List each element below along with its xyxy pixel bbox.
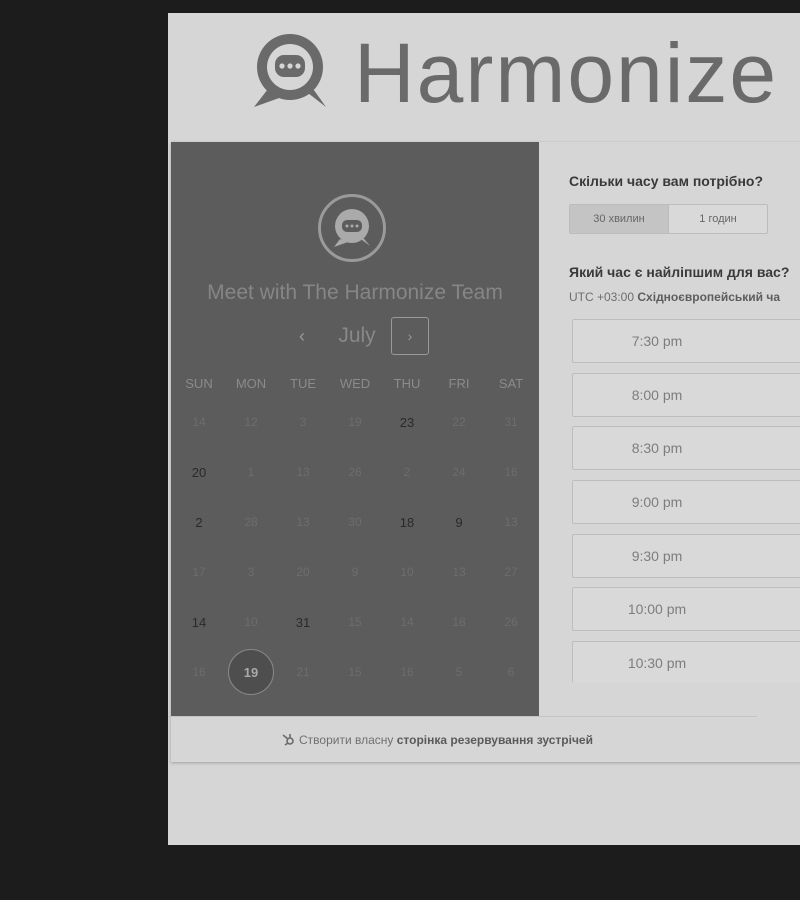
calendar-week: 17 3 20 9 10 13 27 [173,547,537,597]
calendar-day: 16 [504,465,518,479]
calendar-day: 13 [504,515,518,529]
calendar-grid: SUN MON TUE WED THU FRI SAT 14 12 3 19 23 22 31 20 1 13… [173,376,537,697]
calendar-day: 3 [247,565,255,579]
footer: Створити власну сторінка резервування зу… [168,716,757,763]
time-slot-button[interactable]: 7:30 pm [572,319,800,363]
page: Harmonize Meet with The Harmonize Team ‹ [168,13,800,845]
weekday-header: SUN MON TUE WED THU FRI SAT [173,376,537,391]
weekday-mon: MON [235,376,267,391]
avatar [318,194,386,262]
calendar-day: 21 [296,665,310,679]
weekday-tue: TUE [290,376,316,391]
chat-bubble-logo-icon [254,34,326,107]
weekday-sun: SUN [185,376,213,391]
calendar-day: 6 [507,665,515,679]
calendar-day-selected[interactable]: 19 [225,647,277,697]
calendar-day: 27 [504,565,518,579]
calendar-day: 19 [348,415,362,429]
timezone-name: Східноєвропейський ча [637,290,781,304]
calendar-day: 12 [244,415,258,429]
calendar-day: 14 [192,415,206,429]
calendar-day: 30 [348,515,362,529]
calendar-day: 22 [452,415,466,429]
calendar-day: 26 [504,615,518,629]
calendar-day: 10 [400,565,414,579]
calendar-day: 10 [244,615,258,629]
time-slot-button[interactable]: 8:00 pm [572,372,800,417]
time-question: Який час є найліпшим для вас? [569,264,790,280]
footer-link[interactable]: сторінка резервування зустрічей [397,733,593,747]
time-slot-button[interactable]: 10:30 pm [572,641,800,682]
timezone[interactable]: UTC +03:00 Східноєвропейський ча [569,290,780,304]
calendar-day: 2 [403,465,411,479]
time-slot-button[interactable]: 9:00 pm [572,480,800,525]
calendar-week: 2 28 13 30 18 9 13 [173,497,537,547]
calendar-day[interactable]: 2 [173,497,225,547]
booking-card: Meet with The Harmonize Team ‹ July › SU… [168,142,800,763]
calendar-day: 5 [455,665,463,679]
calendar-week: 16 19 21 15 16 5 6 [173,647,537,697]
calendar-day: 17 [192,565,206,579]
chevron-right-icon: › [407,328,413,344]
calendar-week: 14 10 31 15 14 18 26 [173,597,537,647]
time-slot-button[interactable]: 8:30 pm [572,426,800,471]
calendar-day: 9 [351,565,359,579]
weekday-wed: WED [339,376,371,391]
calendar-day[interactable]: 23 [381,397,433,447]
calendar-day: 3 [299,415,307,429]
calendar-day: 18 [452,615,466,629]
prev-month-button[interactable]: ‹ [283,317,321,355]
weekday-sat: SAT [498,376,524,391]
calendar-panel: Meet with The Harmonize Team ‹ July › SU… [171,142,539,716]
calendar-day: 1 [247,465,255,479]
calendar-week: 20 1 13 26 2 24 16 [173,447,537,497]
time-slot-button[interactable]: 10:00 pm [572,587,800,632]
calendar-day: 31 [504,415,518,429]
calendar-day: 28 [244,515,258,529]
chat-bubble-icon [334,209,370,247]
meeting-title: Meet with The Harmonize Team [207,281,503,304]
calendar-day[interactable]: 20 [173,447,225,497]
calendar-day[interactable]: 31 [277,597,329,647]
calendar-day[interactable]: 9 [433,497,485,547]
time-panel: Скільки часу вам потрібно? 30 хвилин 1 го… [539,142,800,716]
calendar-day[interactable]: 14 [173,597,225,647]
duration-question: Скільки часу вам потрібно? [569,173,764,189]
hubspot-sprocket-icon [281,732,295,749]
footer-text: Створити власну [299,733,394,747]
calendar-day: 14 [400,615,414,629]
selected-day-marker: 19 [228,649,274,695]
timezone-offset: UTC +03:00 [569,290,635,304]
duration-selector: 30 хвилин 1 годин [569,204,768,234]
calendar-day[interactable]: 18 [381,497,433,547]
time-slot-button[interactable]: 9:30 pm [572,533,800,578]
duration-option[interactable]: 30 хвилин [570,205,668,233]
calendar-day: 15 [348,665,362,679]
calendar-day: 13 [452,565,466,579]
calendar-week: 14 12 3 19 23 22 31 [173,397,537,447]
calendar-day: 20 [296,565,310,579]
calendar-day: 13 [296,465,310,479]
calendar-day: 15 [348,615,362,629]
brand-name: Harmonize [354,26,779,120]
calendar-day: 16 [400,665,414,679]
next-month-button[interactable]: › [391,317,429,355]
calendar-day: 13 [296,515,310,529]
calendar-day: 24 [452,465,466,479]
weekday-thu: THU [393,376,421,391]
weekday-fri: FRI [448,376,470,391]
duration-option[interactable]: 1 годин [668,205,767,233]
calendar-weeks: 14 12 3 19 23 22 31 20 1 13 26 2 24 16 2 28 13 30 18 9 13 17 3… [173,397,537,697]
time-slot-list: 7:30 pm 8:00 pm 8:30 pm 9:00 pm 9:30 pm 10:00… [572,319,800,682]
month-navigation: ‹ July › [283,317,433,357]
calendar-day: 26 [348,465,362,479]
chevron-left-icon: ‹ [299,325,305,346]
month-label: July [338,324,376,347]
calendar-day: 16 [192,665,206,679]
